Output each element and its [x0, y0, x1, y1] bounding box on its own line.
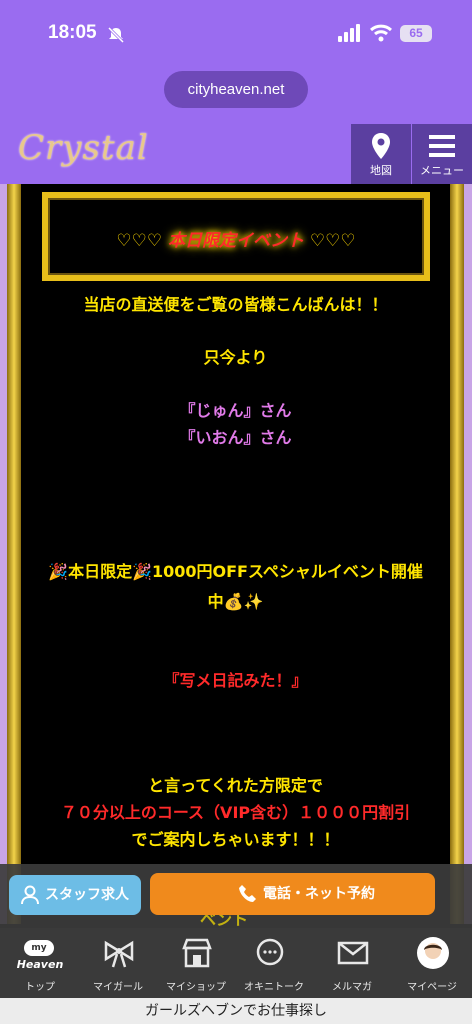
discount-text: ７０分以上のコース（VIP含む）１０００円割引	[60, 803, 411, 822]
avatar-icon	[417, 937, 449, 969]
wifi-icon	[370, 24, 392, 42]
limited-to-text: と言ってくれた方限定で	[148, 776, 323, 795]
map-label: 地図	[370, 164, 392, 177]
status-time: 18:05	[48, 22, 97, 43]
person-icon	[21, 885, 39, 905]
site-header: Crystal 地図 メニュー	[0, 120, 472, 184]
event-title: ♡♡♡ 本日限定イベント ♡♡♡	[116, 231, 356, 251]
phone-icon	[239, 885, 256, 902]
cellular-signal-icon	[338, 24, 364, 42]
shop-logo[interactable]: Crystal	[18, 128, 149, 168]
map-button[interactable]: 地図	[351, 124, 411, 184]
tab-my-page[interactable]: マイページ	[392, 928, 472, 998]
diary-phrase: 『写メ日記みた！』	[163, 671, 308, 690]
tab-okini-talk[interactable]: オキニトーク	[234, 928, 314, 998]
event-title-box: ♡♡♡ 本日限定イベント ♡♡♡	[42, 192, 430, 281]
ribbon-icon	[104, 940, 134, 968]
special-event-line-2: 中💰✨	[207, 592, 264, 611]
mail-icon	[337, 941, 369, 965]
shop-icon	[182, 938, 212, 968]
guide-text: でご案内しちゃいます！！！	[131, 830, 340, 849]
reserve-button[interactable]: 電話・ネット予約	[150, 873, 435, 915]
girl-name-2: 『いおん』さん	[179, 428, 292, 447]
my-heaven-logo-icon: my	[24, 940, 54, 956]
gold-frame-left	[7, 184, 21, 924]
menu-button[interactable]: メニュー	[412, 124, 472, 184]
hamburger-icon	[429, 135, 455, 157]
battery-icon: 65	[400, 25, 432, 42]
tab-my-girl[interactable]: マイガール	[78, 928, 158, 998]
map-pin-icon	[372, 133, 390, 159]
staff-recruit-button[interactable]: スタッフ求人	[9, 875, 141, 915]
girl-name-1: 『じゅん』さん	[179, 401, 292, 420]
from-now-text: 只今より	[203, 348, 268, 367]
chat-bubbles-icon	[256, 938, 284, 966]
bell-muted-icon	[107, 26, 125, 44]
gold-frame-right	[450, 184, 464, 924]
bottom-tab-bar: my Heaven トップ マイガール マイショップ オキニトーク メルマガ マ…	[0, 928, 472, 998]
special-event-line-1: 🎉本日限定🎉1000円OFFスペシャルイベント開催	[48, 562, 423, 581]
tab-my-shop[interactable]: マイショップ	[156, 928, 236, 998]
girls-heaven-banner[interactable]: ガールズヘブンでお仕事探し	[0, 998, 472, 1024]
url-bar[interactable]: cityheaven.net	[164, 71, 308, 108]
heaven-logo-text: Heaven	[16, 958, 64, 971]
tab-mail-magazine[interactable]: メルマガ	[312, 928, 392, 998]
status-bar: 18:05 65	[0, 0, 472, 70]
tab-top[interactable]: my Heaven トップ	[0, 928, 80, 998]
menu-label: メニュー	[420, 164, 464, 177]
greeting-text: 当店の直送便をご覧の皆様こんばんは！！	[83, 295, 388, 314]
